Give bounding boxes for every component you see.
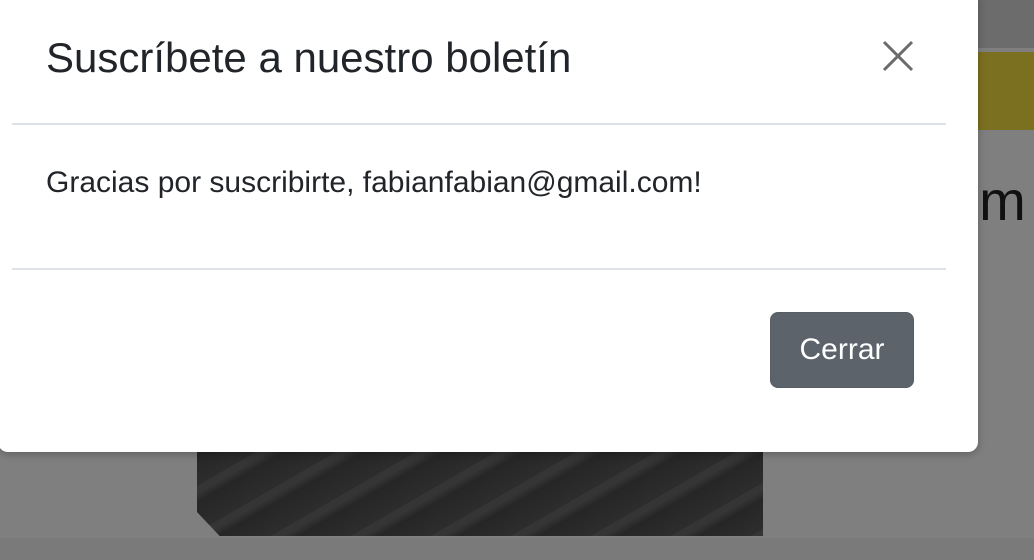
modal-title: Suscríbete a nuestro boletín bbox=[46, 34, 572, 81]
subscription-modal: Suscríbete a nuestro boletín Gracias por… bbox=[0, 0, 978, 452]
close-icon bbox=[882, 40, 914, 72]
modal-footer: Cerrar bbox=[12, 270, 946, 442]
subscription-confirmation-message: Gracias por suscribirte, fabianfabian@gm… bbox=[46, 166, 702, 199]
modal-header: Suscríbete a nuestro boletín bbox=[12, 0, 946, 125]
modal-body: Gracias por suscribirte, fabianfabian@gm… bbox=[12, 125, 946, 270]
modal-close-button[interactable] bbox=[878, 36, 918, 76]
cerrar-button[interactable]: Cerrar bbox=[770, 312, 914, 388]
